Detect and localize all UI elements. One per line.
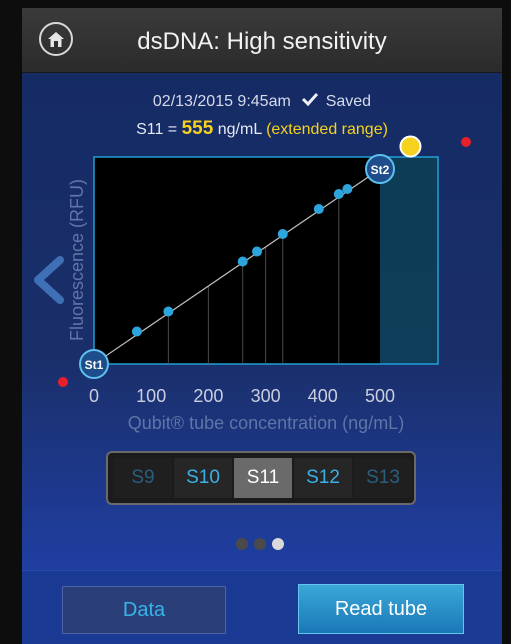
sample-point (399, 135, 422, 158)
x-tick-label: 0 (89, 386, 99, 406)
sample-tab[interactable]: S13 (354, 458, 412, 498)
red-marker (461, 137, 471, 147)
sample-selector: S9 S10 S11 S12 S13 (106, 451, 416, 505)
x-axis-label: Qubit® tube concentration (ng/mL) (128, 413, 404, 433)
data-point (333, 189, 344, 199)
standard-curve-chart: St1 St2 0 100 200 300 400 500 Qubit® tube concen… (34, 135, 471, 433)
page-dot[interactable] (254, 538, 266, 550)
sample-tab[interactable]: S12 (294, 458, 352, 498)
sample-tab[interactable]: S11 (234, 458, 292, 498)
red-marker (58, 377, 68, 387)
x-tick-label: 400 (308, 386, 338, 406)
page-indicator (236, 538, 296, 550)
standard-label: St1 (85, 358, 104, 372)
data-point (313, 204, 324, 214)
x-tick-label: 300 (251, 386, 281, 406)
x-tick-label: 200 (193, 386, 223, 406)
data-point (252, 246, 263, 257)
data-point (163, 306, 174, 317)
data-point (342, 184, 353, 194)
x-tick-label: 100 (136, 386, 166, 406)
sample-tab[interactable]: S9 (114, 458, 172, 498)
page-dot[interactable] (236, 538, 248, 550)
y-axis-label: Fluorescence (RFU) (67, 179, 87, 341)
read-tube-button[interactable]: Read tube (298, 584, 464, 634)
data-point (277, 229, 288, 239)
sample-tab[interactable]: S10 (174, 458, 232, 498)
device-screen: dsDNA: High sensitivity 02/13/2015 9:45a… (22, 8, 502, 644)
chevron-left-icon (34, 256, 64, 304)
data-point (131, 326, 142, 337)
x-tick-label: 500 (365, 386, 395, 406)
page-dot[interactable] (272, 538, 284, 550)
data-button[interactable]: Data (62, 586, 226, 634)
standard-label: St2 (371, 163, 390, 177)
data-point (237, 256, 248, 267)
extended-range-area (380, 157, 438, 364)
